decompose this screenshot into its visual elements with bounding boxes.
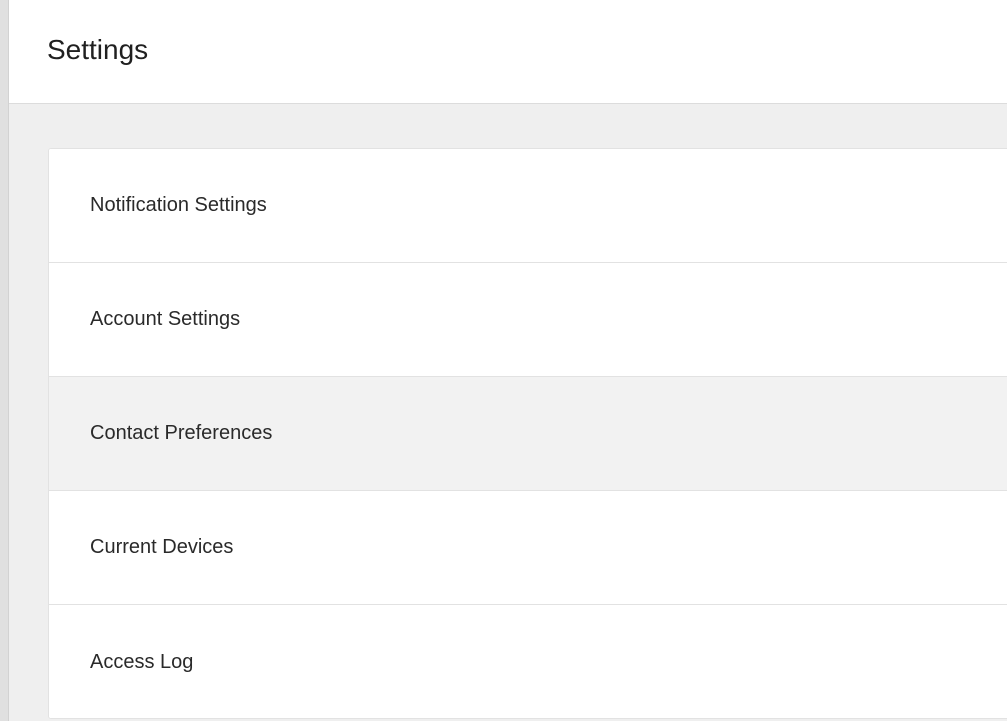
settings-list: Notification Settings Account Settings C… (49, 149, 1007, 718)
settings-item-label: Contact Preferences (90, 422, 273, 444)
settings-item-access-log[interactable]: Access Log (49, 605, 1007, 718)
settings-item-label: Access Log (90, 650, 194, 673)
settings-content: Notification Settings Account Settings C… (9, 104, 1007, 721)
settings-item-label: Notification Settings (90, 194, 267, 216)
settings-item-label: Current Devices (90, 536, 234, 558)
settings-item-label: Account Settings (90, 308, 241, 330)
page-title: Settings (47, 34, 149, 65)
page-header: Settings (9, 0, 1007, 104)
settings-item-current-devices[interactable]: Current Devices (49, 491, 1007, 605)
settings-item-account-settings[interactable]: Account Settings (49, 263, 1007, 377)
settings-item-contact-preferences[interactable]: Contact Preferences (49, 377, 1007, 491)
settings-card: Notification Settings Account Settings C… (48, 148, 1007, 719)
left-edge-panel (0, 0, 9, 721)
settings-item-notification-settings[interactable]: Notification Settings (49, 149, 1007, 263)
